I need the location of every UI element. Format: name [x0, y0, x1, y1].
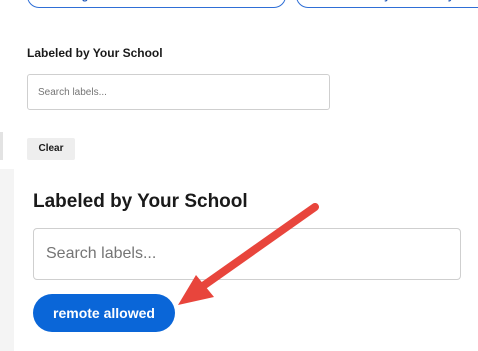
label-search-input[interactable] — [33, 228, 461, 280]
remote-allowed-tag-button[interactable]: remote allowed — [33, 294, 175, 332]
top-panel: Oak Ridge Institute for Science and Educ… — [0, 0, 478, 160]
school-filter-pill[interactable]: Ventura County Community Colle — [296, 0, 478, 8]
school-filter-pill[interactable]: Oak Ridge Institute for Science and Educ… — [27, 0, 286, 8]
section-heading: Labeled by Your School — [27, 46, 163, 60]
school-pill-row: Oak Ridge Institute for Science and Educ… — [0, 0, 478, 10]
zoomed-panel: Labeled by Your School remote allowed — [0, 169, 478, 351]
panel-edge — [0, 132, 3, 160]
clear-button[interactable]: Clear — [27, 138, 75, 160]
panel-edge — [0, 169, 14, 351]
label-search-input[interactable] — [27, 74, 330, 110]
section-heading: Labeled by Your School — [33, 191, 248, 212]
